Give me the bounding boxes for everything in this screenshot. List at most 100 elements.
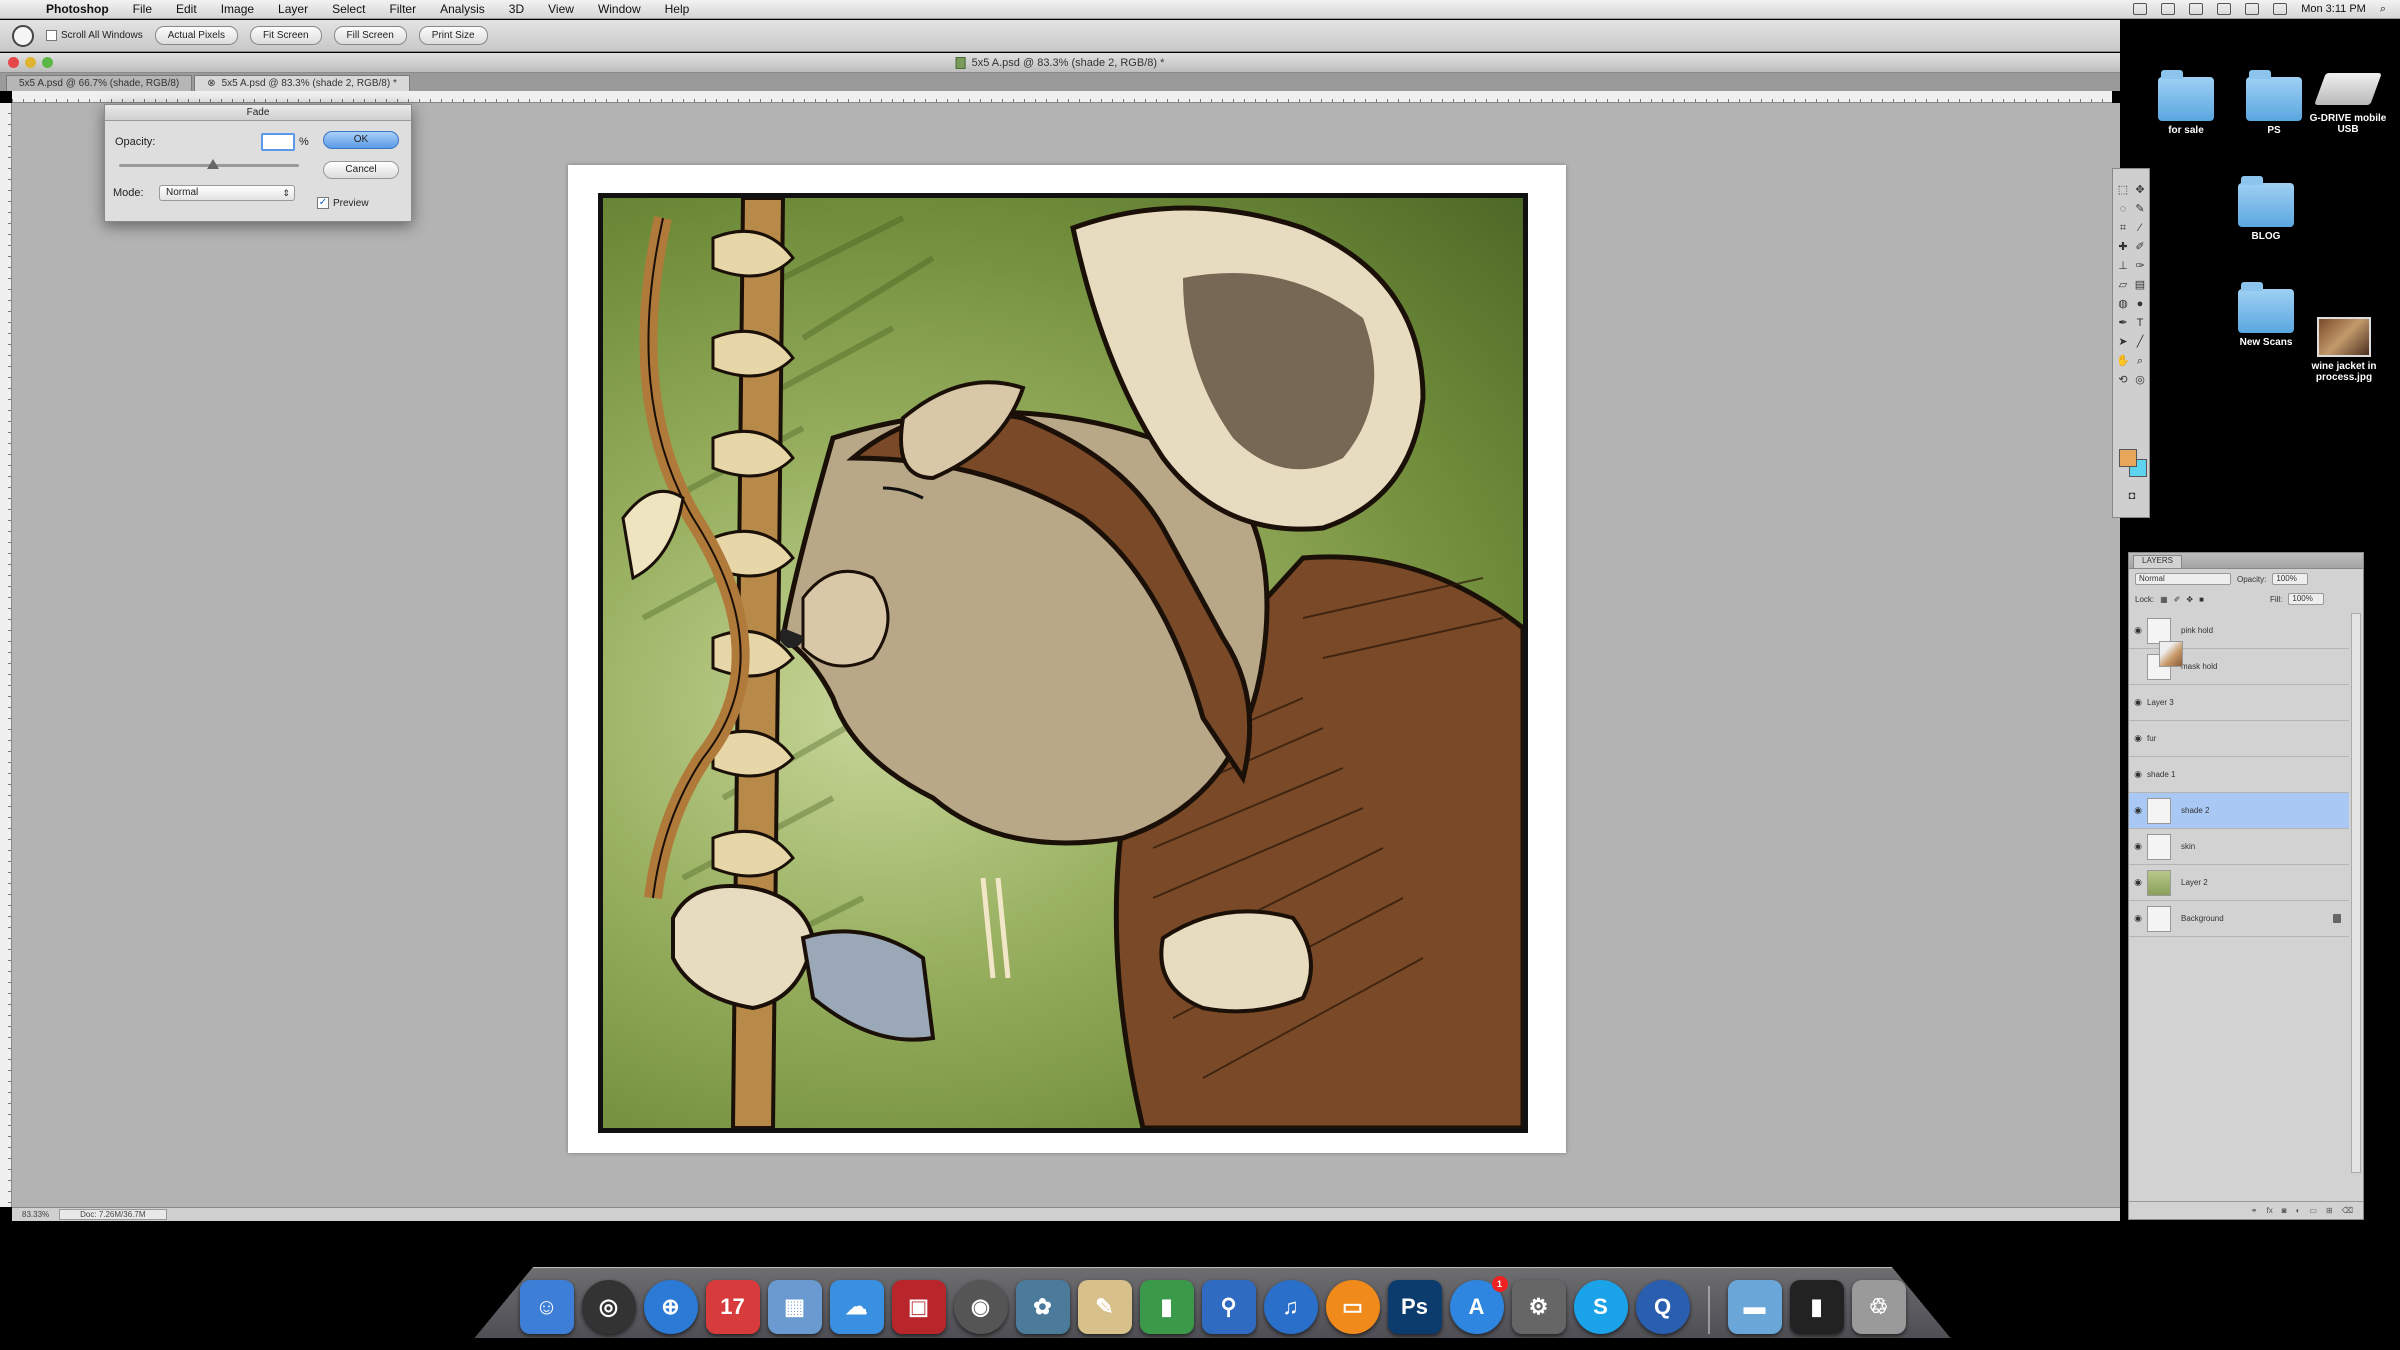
tab-layers[interactable]: LAYERS xyxy=(2133,555,2182,568)
visibility-eye-icon[interactable]: ◉ xyxy=(2129,913,2147,924)
layers-scrollbar[interactable] xyxy=(2351,613,2361,1173)
dock-keynote-icon[interactable]: ⚲ xyxy=(1201,1280,1256,1334)
preview-checkbox[interactable]: ✓ Preview xyxy=(317,197,369,209)
adjustment-layer-icon[interactable]: ◐ xyxy=(2296,1206,2301,1215)
eraser-tool-icon[interactable]: ▱ xyxy=(2116,278,2130,292)
visibility-eye-icon[interactable]: ◉ xyxy=(2129,769,2147,780)
path-select-tool-icon[interactable]: ➤ xyxy=(2116,335,2130,349)
menu-layer[interactable]: Layer xyxy=(266,2,320,16)
dock-quicktime-icon[interactable]: Q xyxy=(1635,1280,1690,1334)
dock-applications-folder-icon[interactable]: ▬ xyxy=(1727,1280,1782,1334)
hand-tool-icon[interactable] xyxy=(12,24,34,47)
wifi-icon[interactable] xyxy=(2217,3,2232,15)
lock-position-icon[interactable]: ✥ xyxy=(2186,595,2193,604)
layer-row[interactable]: ◉ skin xyxy=(2129,829,2349,865)
dock-system-preferences-icon[interactable]: ⚙ xyxy=(1511,1280,1566,1334)
new-group-icon[interactable]: ▭ xyxy=(2309,1206,2317,1215)
layer-row-selected[interactable]: ◉ shade 2 xyxy=(2129,793,2349,829)
menu-filter[interactable]: Filter xyxy=(377,2,428,16)
dock-safari-icon[interactable]: ⊕ xyxy=(643,1280,698,1334)
eyedropper-tool-icon[interactable]: ⁄ xyxy=(2133,221,2147,235)
3d-rotate-tool-icon[interactable]: ⟲ xyxy=(2116,373,2130,387)
ok-button[interactable]: OK xyxy=(323,131,399,149)
dock-app-store-icon[interactable]: A1 xyxy=(1449,1276,1508,1334)
dock-photoshop-icon[interactable]: Ps xyxy=(1387,1280,1442,1334)
crop-tool-icon[interactable]: ⌗ xyxy=(2116,221,2130,235)
quick-mask-icon[interactable]: ◘ xyxy=(2125,489,2139,503)
close-icon[interactable] xyxy=(8,57,19,68)
dock-skype-icon[interactable]: S xyxy=(1573,1280,1628,1334)
dock-dashboard-icon[interactable]: ◎ xyxy=(581,1280,636,1334)
menu-edit[interactable]: Edit xyxy=(164,2,209,16)
fill-screen-button[interactable]: Fill Screen xyxy=(333,26,407,45)
status-icon[interactable] xyxy=(2133,3,2148,15)
quick-select-tool-icon[interactable]: ✎ xyxy=(2133,202,2147,216)
brush-tool-icon[interactable]: ✐ xyxy=(2133,240,2147,254)
trash-icon[interactable]: ⌫ xyxy=(2342,1206,2353,1215)
menu-photoshop[interactable]: Photoshop xyxy=(34,2,121,16)
dock-iphoto-icon[interactable]: ✿ xyxy=(1015,1280,1070,1334)
menu-window[interactable]: Window xyxy=(586,2,653,16)
document-canvas[interactable] xyxy=(12,103,2120,1207)
lock-transparency-icon[interactable]: ▦ xyxy=(2160,595,2168,604)
link-layers-icon[interactable]: ⚭ xyxy=(2251,1206,2258,1215)
hand-tool-icon[interactable]: ✋ xyxy=(2116,354,2130,368)
status-icon[interactable] xyxy=(2161,3,2176,15)
layer-row[interactable]: ◉ fur xyxy=(2129,641,2349,757)
document-page[interactable] xyxy=(568,165,1566,1153)
menu-file[interactable]: File xyxy=(121,2,164,16)
dock-trash-icon[interactable]: ♲ xyxy=(1851,1280,1906,1334)
zoom-icon[interactable] xyxy=(42,57,53,68)
desktop-file-wine-jacket[interactable]: wine jacket in process.jpg xyxy=(2294,317,2394,383)
opacity-slider-knob[interactable] xyxy=(207,159,219,169)
3d-orbit-tool-icon[interactable]: ◎ xyxy=(2133,373,2147,387)
stamp-tool-icon[interactable]: ⊥ xyxy=(2116,259,2130,273)
menu-select[interactable]: Select xyxy=(320,2,377,16)
layer-row[interactable]: ◉ shade 1 xyxy=(2129,641,2349,793)
spotlight-icon[interactable]: ⌕ xyxy=(2380,3,2386,16)
visibility-eye-icon[interactable]: ◉ xyxy=(2129,805,2147,816)
layer-style-icon[interactable]: fx xyxy=(2267,1206,2273,1215)
healing-tool-icon[interactable]: ✚ xyxy=(2116,240,2130,254)
dock-preview-icon[interactable]: ▦ xyxy=(767,1280,822,1334)
move-tool-icon[interactable]: ✥ xyxy=(2133,183,2147,197)
layer-fill-input[interactable]: 100% xyxy=(2288,593,2325,605)
menu-analysis[interactable]: Analysis xyxy=(428,2,497,16)
desktop-drive-g-drive[interactable]: G-DRIVE mobile USB xyxy=(2298,67,2398,135)
dock-textedit-icon[interactable]: ✎ xyxy=(1077,1280,1132,1334)
mode-select[interactable]: Normal xyxy=(159,185,295,201)
marquee-tool-icon[interactable]: ⬚ xyxy=(2116,183,2130,197)
battery-icon[interactable] xyxy=(2273,3,2288,15)
visibility-eye-icon[interactable]: ◉ xyxy=(2129,877,2147,888)
menu-clock[interactable]: Mon 3:11 PM xyxy=(2301,3,2366,15)
dodge-tool-icon[interactable]: ● xyxy=(2133,297,2147,311)
lock-all-icon[interactable]: ■ xyxy=(2199,595,2204,604)
dock-ichat-icon[interactable]: ☁ xyxy=(829,1280,884,1334)
tab-document-1[interactable]: 5x5 A.psd @ 66.7% (shade, RGB/8) xyxy=(6,75,193,91)
visibility-eye-icon[interactable]: ◉ xyxy=(2129,625,2147,636)
opacity-input[interactable] xyxy=(261,133,295,151)
dock-facetime-icon[interactable]: ◉ xyxy=(953,1280,1008,1334)
menu-help[interactable]: Help xyxy=(653,2,702,16)
type-tool-icon[interactable]: T xyxy=(2133,316,2147,330)
layer-mask-icon[interactable]: ◙ xyxy=(2282,1206,2287,1215)
artwork-mouse-illustration[interactable] xyxy=(598,193,1528,1133)
dock-photo-booth-icon[interactable]: ▣ xyxy=(891,1280,946,1334)
new-layer-icon[interactable]: ⊞ xyxy=(2326,1206,2333,1215)
foreground-color-swatch[interactable] xyxy=(2119,449,2137,467)
visibility-eye-icon[interactable]: ◉ xyxy=(2129,841,2147,852)
layer-row[interactable]: ◉ Layer 3 xyxy=(2129,641,2349,721)
print-size-button[interactable]: Print Size xyxy=(418,26,488,45)
visibility-eye-icon[interactable]: ◉ xyxy=(2129,697,2147,708)
zoom-tool-icon[interactable]: ⌕ xyxy=(2133,354,2147,368)
visibility-eye-icon[interactable]: ◉ xyxy=(2129,733,2147,744)
zoom-level[interactable]: 83.33% xyxy=(22,1210,49,1219)
dock-ibooks-icon[interactable]: ▭ xyxy=(1325,1280,1380,1334)
tab-close-icon[interactable]: ⊗ xyxy=(207,78,215,89)
cancel-button[interactable]: Cancel xyxy=(323,161,399,179)
lock-pixels-icon[interactable]: ✐ xyxy=(2174,595,2181,604)
dock-finder-icon[interactable]: ☺ xyxy=(519,1280,574,1334)
blend-mode-select[interactable]: Normal xyxy=(2135,573,2231,585)
gradient-tool-icon[interactable]: ▤ xyxy=(2133,278,2147,292)
minimize-icon[interactable] xyxy=(25,57,36,68)
